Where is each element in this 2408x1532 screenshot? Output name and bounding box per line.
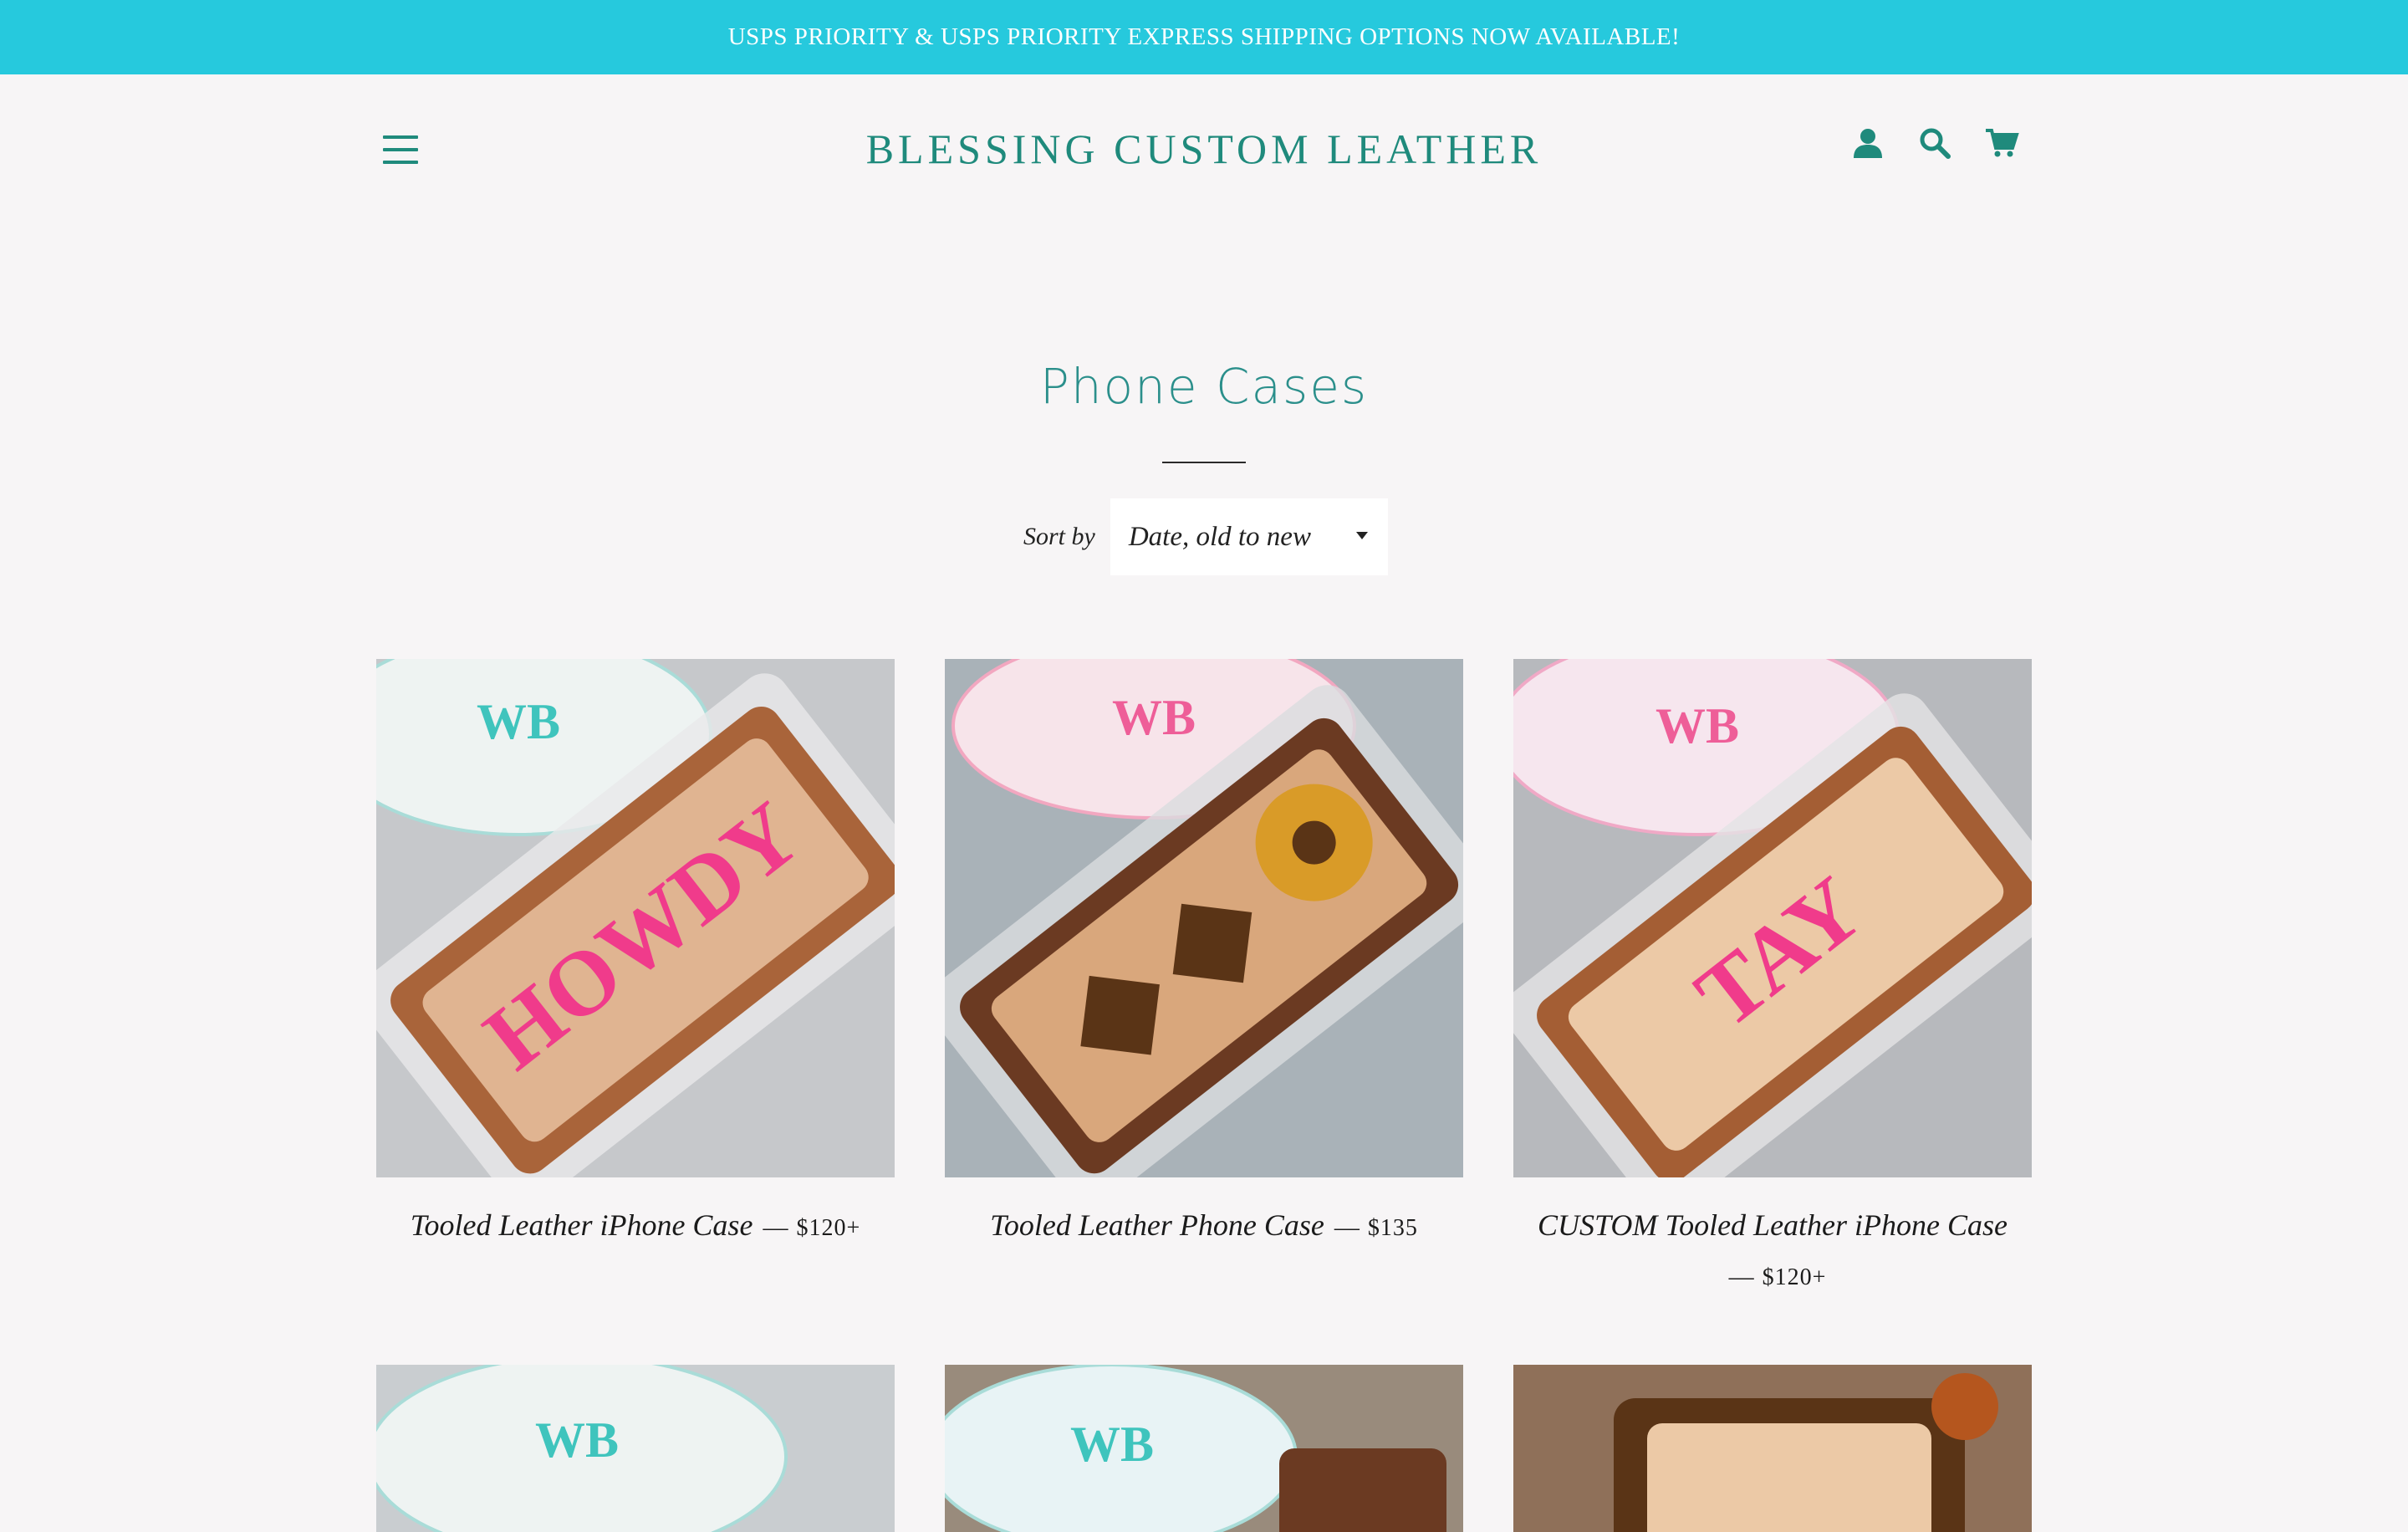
price-separator: — [763, 1213, 788, 1241]
account-icon[interactable] [1849, 125, 1886, 161]
svg-text:WB: WB [1656, 698, 1739, 753]
sort-select[interactable]: Date, old to new [1110, 498, 1388, 575]
sort-control: Sort by Date, old to new [1023, 498, 1388, 575]
product-info: Tooled Leather Phone Case — $135 [945, 1203, 1463, 1254]
site-header: BLESSING CUSTOM LEATHER [0, 74, 2408, 225]
product-card[interactable]: WB [945, 1365, 1463, 1532]
product-card[interactable]: WB TAY CUSTOM Tooled Leather iPhone Case… [1513, 659, 2032, 1304]
cart-icon[interactable] [1983, 125, 2020, 161]
product-title[interactable]: Tooled Leather Phone Case [990, 1208, 1324, 1242]
sort-label: Sort by [1023, 523, 1095, 550]
product-image[interactable]: WB [376, 1365, 895, 1532]
product-card[interactable]: WB [376, 1365, 895, 1532]
product-price: $135 [1367, 1215, 1418, 1241]
product-image[interactable]: WB HOWDY [376, 659, 895, 1177]
announcement-bar: USPS PRIORITY & USPS PRIORITY EXPRESS SH… [0, 0, 2408, 74]
svg-text:WB: WB [535, 1412, 619, 1468]
price-separator: — [1334, 1213, 1360, 1241]
product-price: $120+ [796, 1215, 861, 1241]
svg-text:WB: WB [477, 694, 560, 749]
svg-text:WB: WB [1070, 1417, 1154, 1472]
chevron-down-icon [1355, 532, 1368, 539]
page-title: Phone Cases [1039, 358, 1369, 415]
svg-text:WB: WB [1112, 690, 1196, 745]
product-info: Tooled Leather iPhone Case — $120+ [376, 1203, 895, 1254]
product-title[interactable]: Tooled Leather iPhone Case [411, 1208, 753, 1242]
price-separator: — [1728, 1263, 1754, 1290]
brand-logo[interactable]: BLESSING CUSTOM LEATHER [0, 125, 2408, 173]
product-image[interactable]: WB [945, 1365, 1463, 1532]
product-info: CUSTOM Tooled Leather iPhone Case — $120+ [1513, 1203, 2032, 1304]
product-title[interactable]: CUSTOM Tooled Leather iPhone Case [1538, 1208, 2008, 1242]
product-image[interactable]: WB TAY [1513, 659, 2032, 1177]
search-icon[interactable] [1916, 125, 1953, 161]
announcement-text: USPS PRIORITY & USPS PRIORITY EXPRESS SH… [727, 23, 1681, 50]
sort-selected-value: Date, old to new [1128, 521, 1311, 552]
header-icons [1849, 125, 2020, 161]
product-image[interactable]: WB [945, 659, 1463, 1177]
product-card[interactable]: WB Tooled Leather Phone Case — $135 [945, 659, 1463, 1254]
product-price: $120+ [1762, 1264, 1827, 1290]
product-image[interactable] [1513, 1365, 2032, 1532]
product-card[interactable]: WB HOWDY Tooled Leather iPhone Case — $120… [376, 659, 895, 1254]
product-card[interactable] [1513, 1365, 2032, 1532]
title-divider [1162, 462, 1246, 463]
